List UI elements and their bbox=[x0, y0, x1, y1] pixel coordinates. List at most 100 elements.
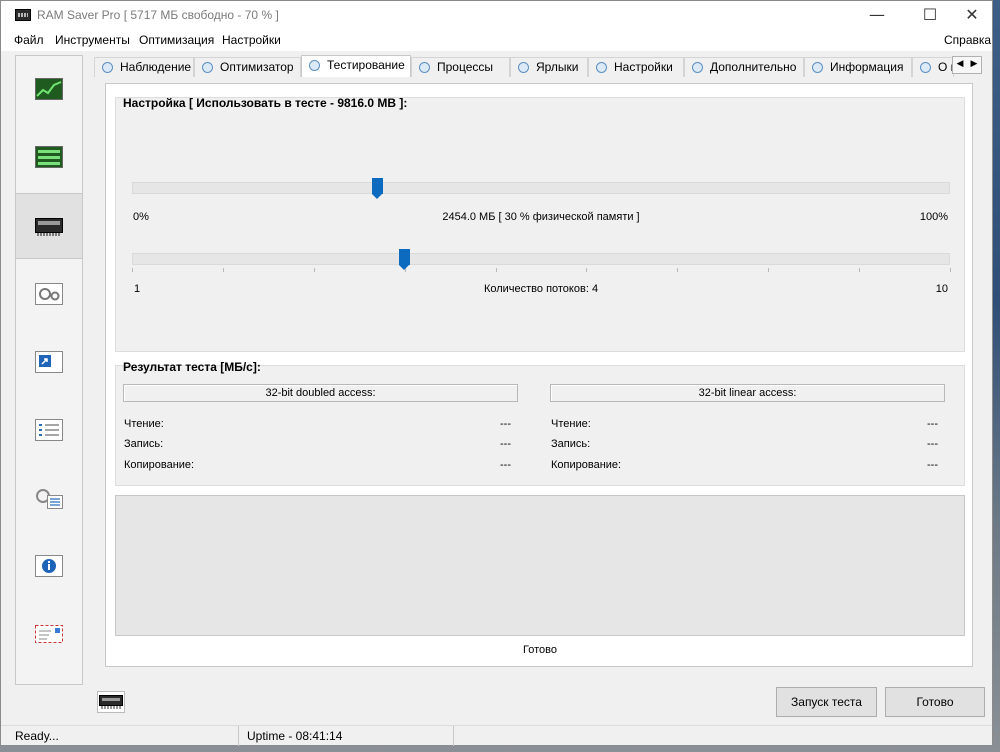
settings-group-title: Настройка [ Использовать в тесте - 9816.… bbox=[123, 96, 408, 110]
menu-tools[interactable]: Инструменты bbox=[55, 33, 130, 47]
threads-slider-thumb[interactable] bbox=[399, 249, 411, 270]
close-button[interactable]: ✕ bbox=[949, 1, 995, 31]
memory-slider-track[interactable] bbox=[132, 182, 950, 194]
app-window: RAM Saver Pro [ 5717 МБ свободно - 70 % … bbox=[0, 0, 993, 746]
sidebar-item-shortcuts[interactable] bbox=[16, 329, 82, 395]
status-bar: Ready... Uptime - 08:41:14 bbox=[1, 725, 992, 746]
threads-slider-tick bbox=[586, 268, 588, 272]
tab-radio-icon bbox=[596, 62, 607, 73]
sidebar-item-about[interactable] bbox=[16, 601, 82, 667]
sidebar-item-info[interactable] bbox=[16, 533, 82, 599]
sidebar-item-testing[interactable] bbox=[16, 193, 82, 259]
sidebar-item-monitor[interactable] bbox=[16, 56, 82, 122]
gears-icon bbox=[35, 283, 63, 305]
tab-settings[interactable]: Настройки bbox=[588, 57, 684, 77]
ram-chip-icon bbox=[99, 695, 123, 709]
threads-slider-track[interactable] bbox=[132, 253, 950, 265]
tab-radio-icon bbox=[812, 62, 823, 73]
gear-checklist-icon bbox=[36, 489, 63, 509]
tab-label: Информация bbox=[830, 60, 904, 74]
tab-radio-icon bbox=[102, 62, 113, 73]
threads-slider-tick bbox=[132, 268, 133, 272]
linear-write-value: --- bbox=[927, 438, 938, 450]
title-bar[interactable]: RAM Saver Pro [ 5717 МБ свободно - 70 % … bbox=[1, 1, 992, 31]
menu-help[interactable]: Справка bbox=[944, 33, 991, 47]
ram-chip-icon-bottom bbox=[97, 691, 125, 713]
threads-slider-tick bbox=[768, 268, 770, 272]
status-separator bbox=[453, 726, 454, 746]
status-separator bbox=[238, 726, 239, 746]
minimize-button[interactable]: — bbox=[854, 1, 900, 31]
tab-label: Оптимизатор bbox=[220, 60, 294, 74]
tab-radio-icon bbox=[518, 62, 529, 73]
settings-group: Настройка [ Использовать в тесте - 9816.… bbox=[115, 96, 965, 352]
tab-scroll-buttons: ◀ ▶ bbox=[952, 56, 982, 74]
tab-strip: Наблюдение Оптимизатор Тестирование Проц… bbox=[94, 55, 982, 77]
tab-label: Тестирование bbox=[327, 58, 405, 72]
bars-icon bbox=[35, 146, 63, 168]
sidebar-item-processes[interactable] bbox=[16, 261, 82, 327]
menu-optimization[interactable]: Оптимизация bbox=[139, 33, 214, 47]
tab-shortcuts[interactable]: Ярлыки bbox=[510, 57, 588, 77]
results-group-title: Результат теста [МБ/с]: bbox=[123, 360, 261, 374]
info-icon bbox=[35, 555, 63, 577]
menu-bar: Файл Инструменты Оптимизация Настройки С… bbox=[1, 31, 992, 51]
threads-slider-max-label: 10 bbox=[935, 283, 948, 295]
tab-radio-icon bbox=[419, 62, 430, 73]
window-title: RAM Saver Pro [ 5717 МБ свободно - 70 % … bbox=[37, 8, 279, 22]
menu-settings[interactable]: Настройки bbox=[222, 33, 281, 47]
status-uptime: Uptime - 08:41:14 bbox=[247, 729, 343, 743]
chart-icon bbox=[35, 78, 63, 100]
content-area: Наблюдение Оптимизатор Тестирование Проц… bbox=[91, 55, 984, 685]
status-state: Ready... bbox=[15, 729, 59, 743]
tab-label: Настройки bbox=[614, 60, 673, 74]
done-button[interactable]: Готово bbox=[885, 687, 985, 717]
threads-slider-tick bbox=[950, 268, 951, 272]
sidebar-item-settings[interactable] bbox=[16, 397, 82, 463]
threads-slider-tick bbox=[495, 268, 497, 272]
tab-monitor[interactable]: Наблюдение bbox=[94, 57, 194, 77]
threads-slider-tick bbox=[222, 268, 224, 272]
threads-slider-value-label: Количество потоков: 4 bbox=[483, 283, 599, 295]
ram-chip-icon bbox=[35, 218, 63, 236]
doubled-read-label: Чтение: bbox=[124, 418, 164, 430]
app-ram-icon bbox=[15, 9, 31, 21]
doubled-write-value: --- bbox=[500, 438, 511, 450]
threads-slider-tick bbox=[859, 268, 861, 272]
tab-optimizer[interactable]: Оптимизатор bbox=[194, 57, 301, 77]
sidebar bbox=[15, 55, 83, 685]
doubled-write-label: Запись: bbox=[124, 438, 164, 450]
tab-info[interactable]: Информация bbox=[804, 57, 912, 77]
tab-about[interactable]: О п bbox=[912, 57, 954, 77]
memory-slider-max-label: 100% bbox=[919, 211, 948, 223]
results-group: Результат теста [МБ/с]: 32-bit doubled a… bbox=[115, 360, 965, 486]
sidebar-item-optimizer[interactable] bbox=[16, 124, 82, 190]
tab-label: Ярлыки bbox=[536, 60, 579, 74]
tab-processes[interactable]: Процессы bbox=[411, 57, 510, 77]
tab-scroll-right-icon[interactable]: ▶ bbox=[967, 59, 981, 69]
doubled-access-header: 32-bit doubled access: bbox=[123, 384, 518, 402]
test-progress-area bbox=[115, 495, 965, 636]
start-test-button[interactable]: Запуск теста bbox=[776, 687, 877, 717]
tab-scroll-left-icon[interactable]: ◀ bbox=[953, 59, 967, 69]
checklist-icon bbox=[35, 419, 63, 441]
tab-testing[interactable]: Тестирование bbox=[301, 55, 411, 77]
maximize-button[interactable]: ☐ bbox=[907, 1, 953, 31]
progress-status-text: Готово bbox=[523, 644, 557, 656]
linear-copy-label: Копирование: bbox=[551, 459, 622, 471]
menu-file[interactable]: Файл bbox=[14, 33, 44, 47]
testing-panel: Настройка [ Использовать в тесте - 9816.… bbox=[105, 83, 973, 667]
doubled-read-value: --- bbox=[500, 418, 511, 430]
doubled-copy-value: --- bbox=[500, 459, 511, 471]
linear-write-label: Запись: bbox=[551, 438, 591, 450]
memory-slider-thumb[interactable] bbox=[371, 178, 383, 199]
sidebar-item-additional[interactable] bbox=[16, 465, 82, 531]
tab-label: Наблюдение bbox=[120, 60, 192, 74]
doubled-copy-label: Копирование: bbox=[124, 459, 195, 471]
shortcut-icon bbox=[35, 351, 63, 373]
tab-label: Процессы bbox=[437, 60, 494, 74]
linear-access-header: 32-bit linear access: bbox=[550, 384, 945, 402]
memory-slider-value-label: 2454.0 МБ [ 30 % физической памяти ] bbox=[442, 211, 640, 223]
tab-radio-icon bbox=[309, 60, 320, 71]
tab-additional[interactable]: Дополнительно bbox=[684, 57, 804, 77]
